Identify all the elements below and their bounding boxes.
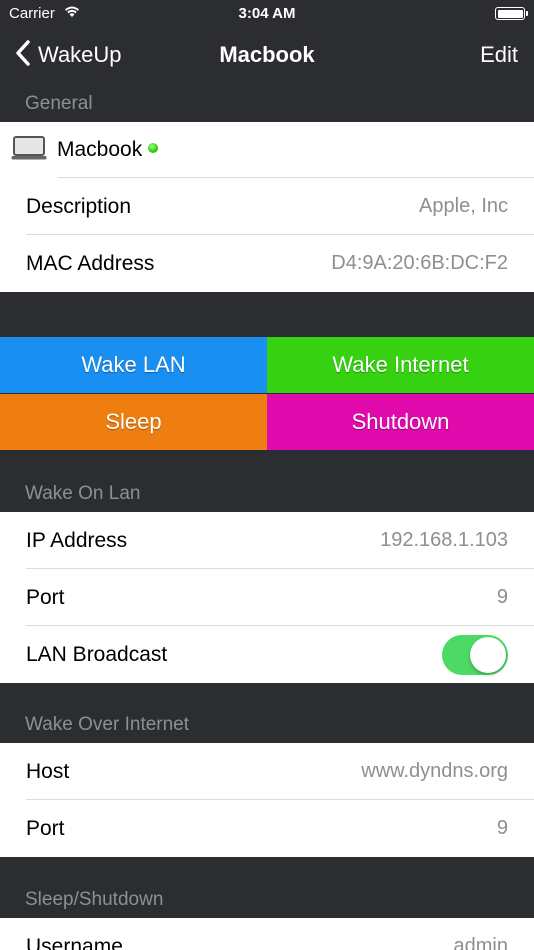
internet-port-row[interactable]: Port 9: [0, 800, 534, 857]
internet-port-value: 9: [496, 817, 508, 839]
device-row[interactable]: Macbook: [0, 122, 534, 178]
ip-address-value: 192.168.1.103: [380, 529, 508, 551]
section-header-wake-on-lan: Wake On Lan: [0, 475, 534, 512]
status-bar: Carrier 3:04 AM: [0, 0, 534, 28]
internet-port-label: Port: [26, 816, 65, 840]
lan-port-value: 9: [496, 586, 508, 608]
username-label: Username: [26, 934, 123, 950]
username-row[interactable]: Username admin: [0, 918, 534, 950]
description-row[interactable]: Description Apple, Inc: [0, 178, 534, 235]
host-value: www.dyndns.org: [361, 760, 508, 782]
section-header-sleep-shutdown: Sleep/Shutdown: [0, 881, 534, 918]
lan-broadcast-toggle[interactable]: [442, 634, 508, 675]
device-name: Macbook: [57, 138, 143, 161]
battery-icon: [495, 7, 528, 20]
ip-address-row[interactable]: IP Address 192.168.1.103: [0, 512, 534, 569]
laptop-icon: [11, 134, 47, 167]
username-value: admin: [453, 935, 508, 950]
shutdown-button[interactable]: Shutdown: [267, 394, 534, 450]
online-status-icon: [148, 143, 159, 153]
lan-port-label: Port: [26, 585, 65, 609]
clock: 3:04 AM: [238, 5, 296, 22]
mac-address-value: D4:9A:20:6B:DC:F2: [331, 252, 508, 274]
lan-broadcast-label: LAN Broadcast: [26, 642, 168, 666]
back-label: WakeUp: [38, 42, 122, 67]
wake-internet-button[interactable]: Wake Internet: [267, 337, 534, 393]
navigation-bar: WakeUp Macbook Edit: [0, 28, 534, 83]
mac-address-label: MAC Address: [26, 251, 155, 275]
section-header-general: General: [0, 83, 534, 122]
ip-address-label: IP Address: [26, 528, 128, 552]
wake-lan-button[interactable]: Wake LAN: [0, 337, 267, 393]
host-row[interactable]: Host www.dyndns.org: [0, 743, 534, 800]
section-header-wake-over-internet: Wake Over Internet: [0, 706, 534, 743]
lan-broadcast-row: LAN Broadcast: [0, 626, 534, 683]
host-label: Host: [26, 759, 70, 783]
general-group: Macbook Description Apple, Inc MAC Addre…: [0, 122, 534, 292]
description-label: Description: [26, 194, 132, 218]
wake-on-lan-group: IP Address 192.168.1.103 Port 9 LAN Broa…: [0, 512, 534, 683]
chevron-left-icon: [14, 39, 32, 72]
lan-port-row[interactable]: Port 9: [0, 569, 534, 626]
back-button[interactable]: WakeUp: [14, 39, 122, 72]
sleep-button[interactable]: Sleep: [0, 394, 267, 450]
mac-address-row[interactable]: MAC Address D4:9A:20:6B:DC:F2: [0, 235, 534, 292]
edit-button[interactable]: Edit: [480, 42, 518, 68]
action-buttons: Wake LAN Wake Internet Sleep Shutdown: [0, 337, 534, 450]
description-value: Apple, Inc: [419, 195, 508, 217]
sleep-shutdown-group: Username admin: [0, 918, 534, 950]
wake-over-internet-group: Host www.dyndns.org Port 9: [0, 743, 534, 857]
